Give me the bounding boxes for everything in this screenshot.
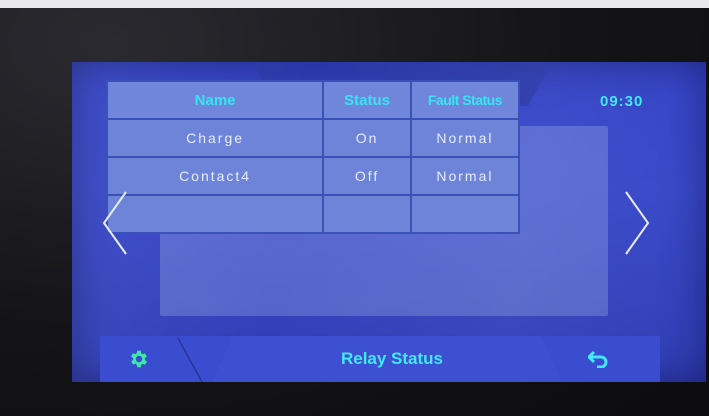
cell-fault-status xyxy=(409,194,521,234)
relay-table: Name Status Fault Status Charge On Norma… xyxy=(105,80,521,234)
settings-button[interactable] xyxy=(128,348,150,370)
cell-status: Off xyxy=(322,156,412,196)
time-display: 09:30 xyxy=(600,93,644,110)
cell-name xyxy=(105,194,325,234)
back-arrow-icon xyxy=(587,350,608,369)
cell-status xyxy=(322,194,412,234)
table-row[interactable]: Contact4 Off Normal xyxy=(105,156,521,196)
chevron-left-icon xyxy=(102,191,127,255)
table-row[interactable] xyxy=(105,194,521,234)
cell-status: On xyxy=(322,118,412,158)
column-header-status: Status xyxy=(322,80,412,120)
footer-divider xyxy=(177,338,203,382)
back-button[interactable] xyxy=(587,350,608,369)
cell-name: Charge xyxy=(105,118,325,158)
top-strip xyxy=(0,0,709,8)
cell-fault-status: Normal xyxy=(409,156,521,196)
gear-icon xyxy=(131,350,147,368)
table-header-row: Name Status Fault Status xyxy=(105,80,521,120)
column-header-fault-status: Fault Status xyxy=(409,80,521,120)
table-row[interactable]: Charge On Normal xyxy=(105,118,521,158)
next-page-button[interactable] xyxy=(622,188,652,258)
footer-bar: Relay Status xyxy=(72,336,706,382)
column-header-name: Name xyxy=(105,80,325,120)
chevron-right-icon xyxy=(625,191,650,255)
prev-page-button[interactable] xyxy=(100,188,130,258)
page-title: Relay Status xyxy=(340,349,444,368)
cell-name: Contact4 xyxy=(105,156,325,196)
cell-fault-status: Normal xyxy=(409,118,521,158)
